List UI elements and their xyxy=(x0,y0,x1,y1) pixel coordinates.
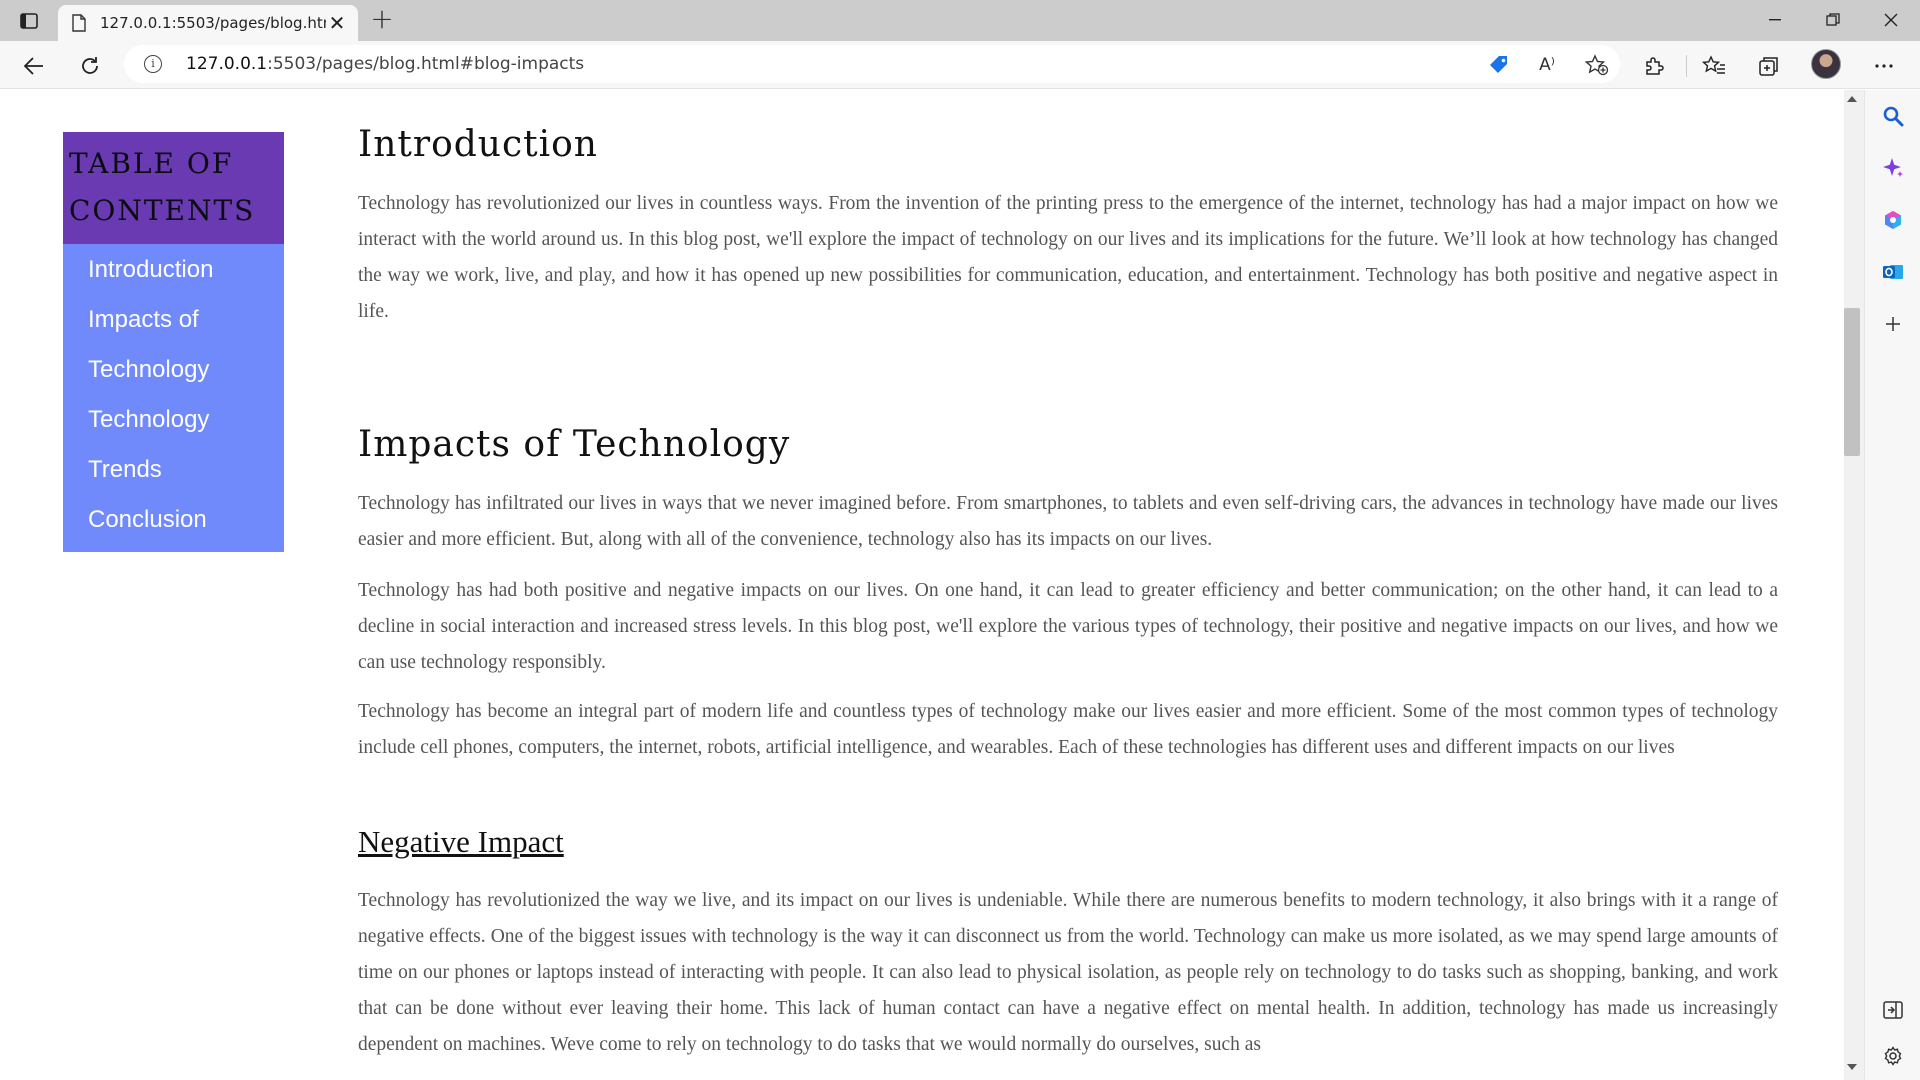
tab-title: 127.0.0.1:5503/pages/blog.html# xyxy=(100,14,326,32)
page-icon xyxy=(72,14,88,32)
add-icon[interactable] xyxy=(1879,310,1907,338)
scroll-up-arrow[interactable] xyxy=(1847,96,1857,102)
add-favorite-icon[interactable] xyxy=(1584,52,1610,78)
extensions-icon[interactable] xyxy=(1637,49,1671,83)
impacts-paragraph-2: Technology has had both positive and neg… xyxy=(358,580,1778,673)
office-icon[interactable] xyxy=(1879,206,1907,234)
browser-toolbar: i 127.0.0.1:5503/pages/blog.html#blog-im… xyxy=(0,41,1920,89)
close-window-button[interactable] xyxy=(1868,6,1914,34)
page-viewport: TABLE OF CONTENTS Introduction Impacts o… xyxy=(0,90,1844,1080)
url-host: 127.0.0.1 xyxy=(186,54,268,74)
settings-icon[interactable] xyxy=(1879,1042,1907,1070)
url-path: :5503/pages/blog.html#blog-impacts xyxy=(267,54,585,74)
hide-sidebar-icon[interactable] xyxy=(1879,996,1907,1024)
edge-sidebar xyxy=(1864,90,1920,1080)
impacts-paragraph-3: Technology has become an integral part o… xyxy=(358,701,1778,758)
browser-tab[interactable]: 127.0.0.1:5503/pages/blog.html# ✕ xyxy=(58,5,358,41)
favorites-icon[interactable] xyxy=(1697,49,1731,83)
toc-link-technology[interactable]: Technology xyxy=(63,352,284,402)
toc-link-introduction[interactable]: Introduction xyxy=(63,252,284,302)
back-arrow-icon[interactable] xyxy=(17,49,51,83)
copilot-icon[interactable] xyxy=(1879,154,1907,182)
new-tab-button[interactable]: + xyxy=(368,5,396,34)
toc-title: TABLE OF CONTENTS xyxy=(69,147,256,227)
toolbar-divider xyxy=(1686,55,1687,77)
negative-impact-heading: Negative Impact xyxy=(358,824,564,859)
toc-link-technology-trends[interactable]: Technology xyxy=(63,402,284,452)
impacts-heading: Impacts of Technology xyxy=(358,424,791,465)
tab-actions-icon[interactable] xyxy=(16,8,42,34)
page-scrollbar[interactable] xyxy=(1844,90,1864,1080)
more-icon[interactable] xyxy=(1867,49,1901,83)
read-aloud-icon[interactable]: A⁾ xyxy=(1534,52,1560,78)
toc-list: Introduction Impacts of Technology Techn… xyxy=(63,244,284,552)
toc-link-trends[interactable]: Trends xyxy=(63,452,284,502)
intro-heading: Introduction xyxy=(358,124,598,165)
toc-header: TABLE OF CONTENTS xyxy=(63,132,284,244)
outlook-icon[interactable] xyxy=(1879,258,1907,286)
scrollbar-thumb[interactable] xyxy=(1844,308,1860,456)
url-text[interactable]: 127.0.0.1:5503/pages/blog.html#blog-impa… xyxy=(186,54,584,74)
reload-icon[interactable] xyxy=(73,49,107,83)
collections-icon[interactable] xyxy=(1752,49,1786,83)
profile-avatar[interactable] xyxy=(1811,49,1841,79)
search-icon[interactable] xyxy=(1879,102,1907,130)
toc-link-impacts-of[interactable]: Impacts of xyxy=(63,302,284,352)
negative-impact-paragraph: Technology has revolutionized the way we… xyxy=(358,890,1778,1055)
intro-paragraph: Technology has revolutionized our lives … xyxy=(358,193,1778,322)
info-icon[interactable]: i xyxy=(144,55,162,73)
scroll-down-arrow[interactable] xyxy=(1847,1064,1857,1070)
toc-link-conclusion[interactable]: Conclusion xyxy=(63,502,284,552)
impacts-paragraph-1: Technology has infiltrated our lives in … xyxy=(358,493,1778,550)
restore-button[interactable] xyxy=(1810,6,1856,34)
address-bar[interactable]: i 127.0.0.1:5503/pages/blog.html#blog-im… xyxy=(124,45,1620,83)
title-bar: 127.0.0.1:5503/pages/blog.html# ✕ + xyxy=(0,0,1920,41)
table-of-contents: TABLE OF CONTENTS Introduction Impacts o… xyxy=(63,132,284,552)
minimize-button[interactable] xyxy=(1752,6,1798,34)
tab-close-button[interactable]: ✕ xyxy=(326,11,348,35)
shopping-tag-icon[interactable] xyxy=(1486,52,1512,78)
